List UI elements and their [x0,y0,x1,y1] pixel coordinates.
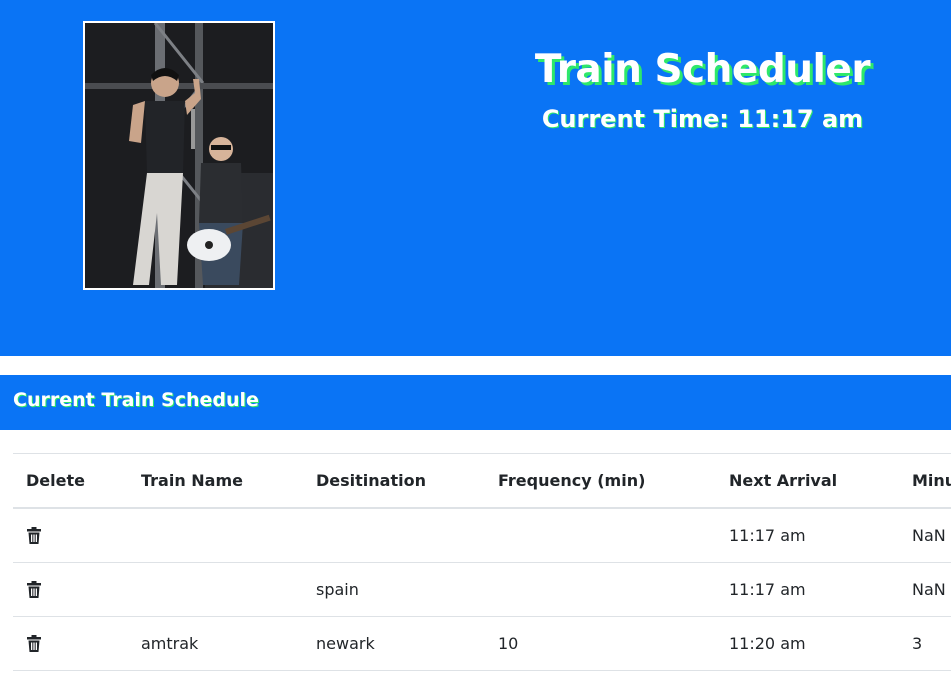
app-title: Train Scheduler [534,47,871,92]
cell-train-name [128,562,303,617]
table-header-row: Delete Train Name Desitination Frequency… [13,453,951,509]
current-time-label: Current Time: 11:17 am [541,105,864,133]
column-header-minutes-away: Minu [899,453,951,509]
cell-next-arrival: 11:17 am [716,562,899,617]
cell-frequency [485,507,716,563]
schedule-card-header: Current Train Schedule [0,375,951,430]
table-row: spain 11:17 am NaN [13,562,951,617]
cell-minutes-away: NaN [899,507,951,563]
header-jumbotron: Train Scheduler Current Time: 11:17 am [0,0,951,356]
column-header-delete: Delete [13,453,128,509]
schedule-table-container: Delete Train Name Desitination Frequency… [13,453,951,683]
cell-next-arrival: 11:20 am [716,616,899,671]
schedule-heading: Current Train Schedule [13,389,259,411]
cell-frequency: 10 [485,616,716,671]
band-photo-image [85,23,273,288]
cell-destination: spain [303,562,485,617]
cell-destination [303,507,485,563]
trash-icon[interactable] [26,527,42,545]
column-header-train-name: Train Name [128,453,303,509]
table-row: amtrak newark 10 11:20 am 3 [13,616,951,671]
cell-minutes-away: NaN [899,562,951,617]
trash-icon[interactable] [26,635,42,653]
column-header-destination: Desitination [303,453,485,509]
schedule-table: Delete Train Name Desitination Frequency… [13,453,951,671]
cell-frequency [485,562,716,617]
cell-destination: newark [303,616,485,671]
cell-train-name: amtrak [128,616,303,671]
trash-icon[interactable] [26,581,42,599]
band-photo [83,21,275,290]
cell-minutes-away: 3 [899,616,951,671]
column-header-frequency: Frequency (min) [485,453,716,509]
cell-train-name [128,507,303,563]
table-row: 11:17 am NaN [13,507,951,563]
column-header-next-arrival: Next Arrival [716,453,899,509]
cell-next-arrival: 11:17 am [716,507,899,563]
